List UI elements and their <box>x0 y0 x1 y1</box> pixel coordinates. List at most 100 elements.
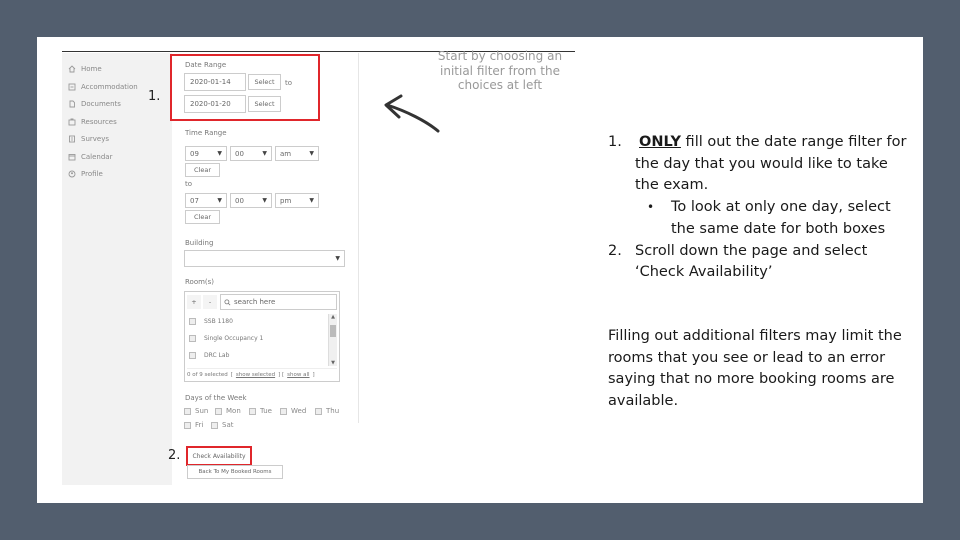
time-range-to-label: to <box>185 180 193 188</box>
rooms-scrollbar[interactable]: ▲ ▼ <box>328 314 337 366</box>
to-ampm-select[interactable]: pm ▼ <box>275 193 319 208</box>
surveys-icon <box>69 135 75 143</box>
list-item[interactable]: Single Occupancy 1 <box>189 335 263 342</box>
list-item[interactable]: DRC Lab <box>189 352 229 359</box>
to-hour-value: 07 <box>190 196 199 205</box>
date-start-select-button[interactable]: Select <box>248 74 281 90</box>
day-label: Fri <box>195 421 204 429</box>
day-option-thu[interactable]: Thu <box>315 407 339 415</box>
day-option-wed[interactable]: Wed <box>280 407 306 415</box>
to-minute-select[interactable]: 00 ▼ <box>230 193 272 208</box>
step-1-marker: 1. <box>148 89 161 104</box>
day-label: Sat <box>222 421 234 429</box>
rooms-selected-count: 0 of 9 selected <box>187 372 228 378</box>
date-range-end-input[interactable]: 2020-01-20 <box>184 95 246 113</box>
room-checkbox[interactable] <box>189 352 196 359</box>
sidebar-item-label: Resources <box>81 118 117 126</box>
rooms-search-placeholder: search here <box>234 298 276 306</box>
sidebar-item-label: Home <box>81 65 102 73</box>
days-label: Days of the Week <box>185 394 247 402</box>
rooms-footer-sep: [ <box>230 372 233 378</box>
rooms-footer-sep: ] [ <box>278 372 285 378</box>
check-availability-button[interactable]: Check Availability <box>189 449 249 463</box>
from-ampm-select[interactable]: am ▼ <box>275 146 319 161</box>
from-time-clear-button[interactable]: Clear <box>185 163 220 177</box>
from-minute-value: 00 <box>235 149 244 158</box>
step-2-marker: 2. <box>168 448 181 463</box>
instruction-number: 2. <box>608 242 622 259</box>
from-hour-value: 09 <box>190 149 199 158</box>
day-label: Tue <box>260 407 272 415</box>
arrow-left-icon <box>384 94 440 133</box>
date-end-select-button[interactable]: Select <box>248 96 281 112</box>
form-divider <box>358 53 359 423</box>
sidebar-item-home[interactable]: Home <box>68 65 102 73</box>
day-option-sun[interactable]: Sun <box>184 407 208 415</box>
chevron-down-icon: ▼ <box>262 197 267 204</box>
sidebar-nav: Home Accommodation Documents Resources S… <box>62 53 172 485</box>
resources-icon <box>68 118 76 126</box>
bullet-icon: • <box>647 200 655 215</box>
to-time-clear-button[interactable]: Clear <box>185 210 220 224</box>
rooms-select-all-button[interactable]: + <box>187 295 201 309</box>
room-checkbox[interactable] <box>189 335 196 342</box>
rooms-deselect-all-button[interactable]: - <box>203 295 217 309</box>
list-item[interactable]: SSB 1180 <box>189 318 233 325</box>
day-checkbox[interactable] <box>211 421 218 429</box>
chevron-down-icon: ▼ <box>217 197 222 204</box>
time-range-label: Time Range <box>185 129 227 137</box>
rooms-footer-sep: ] <box>312 372 315 378</box>
day-checkbox[interactable] <box>184 407 191 415</box>
accommodation-icon <box>68 83 76 91</box>
sidebar-item-label: Calendar <box>81 153 113 161</box>
day-checkbox[interactable] <box>315 407 322 415</box>
day-label: Wed <box>291 407 307 415</box>
day-checkbox[interactable] <box>280 407 287 415</box>
scroll-down-icon[interactable]: ▼ <box>329 360 337 366</box>
from-hour-select[interactable]: 09 ▼ <box>185 146 227 161</box>
show-selected-link[interactable]: show selected <box>236 372 275 378</box>
room-name: Single Occupancy 1 <box>204 335 264 342</box>
back-to-booked-rooms-button[interactable]: Back To My Booked Rooms <box>187 465 283 479</box>
chevron-down-icon: ▼ <box>309 197 314 204</box>
date-range-to-label: to <box>285 79 293 87</box>
show-all-link[interactable]: show all <box>287 372 309 378</box>
chevron-down-icon: ▼ <box>262 150 267 157</box>
sidebar-item-resources[interactable]: Resources <box>68 118 117 126</box>
sidebar-item-label: Documents <box>81 100 121 108</box>
date-range-label: Date Range <box>185 61 227 69</box>
day-option-mon[interactable]: Mon <box>215 407 241 415</box>
date-range-start-input[interactable]: 2020-01-14 <box>184 73 246 91</box>
sidebar-item-calendar[interactable]: Calendar <box>68 153 112 161</box>
sidebar-item-documents[interactable]: Documents <box>68 100 121 108</box>
day-label: Thu <box>326 407 340 415</box>
to-ampm-value: pm <box>280 196 292 205</box>
scroll-thumb[interactable] <box>330 325 336 337</box>
sidebar-item-label: Surveys <box>81 135 109 143</box>
day-checkbox[interactable] <box>184 421 191 429</box>
from-minute-select[interactable]: 00 ▼ <box>230 146 272 161</box>
sidebar-item-surveys[interactable]: Surveys <box>68 135 109 143</box>
day-option-sat[interactable]: Sat <box>211 421 233 429</box>
building-select[interactable]: ▼ <box>184 250 345 267</box>
day-checkbox[interactable] <box>215 407 222 415</box>
chevron-down-icon: ▼ <box>309 150 314 157</box>
sidebar-item-accommodation[interactable]: Accommodation <box>68 83 138 91</box>
day-checkbox[interactable] <box>249 407 256 415</box>
instruction-item-2: 2. Scroll down the page and select ‘Chec… <box>608 241 908 284</box>
callout-text: Start by choosing an initial filter from… <box>437 49 563 92</box>
sidebar-item-profile[interactable]: Profile <box>68 170 103 178</box>
rooms-search-box[interactable]: search here <box>220 294 337 310</box>
to-hour-select[interactable]: 07 ▼ <box>185 193 227 208</box>
instruction-emphasis: ONLY <box>639 134 681 150</box>
room-checkbox[interactable] <box>189 318 196 325</box>
sidebar-item-label: Profile <box>81 170 103 178</box>
filter-warning-paragraph: Filling out additional filters may limit… <box>608 328 902 409</box>
room-name: DRC Lab <box>204 352 230 359</box>
instruction-item-1: 1. ONLY fill out the date range filter f… <box>608 132 908 197</box>
day-option-tue[interactable]: Tue <box>249 407 272 415</box>
room-name: SSB 1180 <box>204 318 233 325</box>
day-option-fri[interactable]: Fri <box>184 421 203 429</box>
home-icon <box>68 65 76 73</box>
scroll-up-icon[interactable]: ▲ <box>329 314 337 320</box>
